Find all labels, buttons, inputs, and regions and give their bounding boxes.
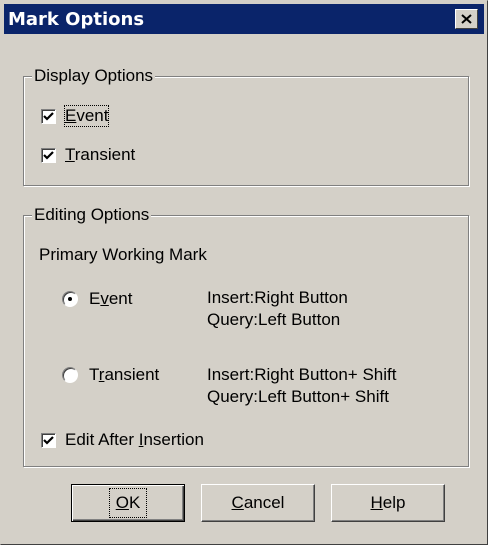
transient-radio[interactable] <box>62 367 78 383</box>
event-query-text: Query:Left Button <box>207 310 341 329</box>
edit-after-insertion-label: Edit After Insertion <box>65 430 204 449</box>
edit-after-insertion-row[interactable]: Edit After Insertion <box>41 430 204 450</box>
help-button[interactable]: Help <box>331 484 445 522</box>
editing-options-legend: Editing Options <box>32 205 152 225</box>
window-title: Mark Options <box>8 9 145 30</box>
cancel-button-label: Cancel <box>231 493 285 512</box>
display-options-legend: Display Options <box>32 66 156 86</box>
event-display-checkbox-row[interactable]: Event <box>41 105 110 127</box>
edit-after-insertion-checkbox[interactable] <box>41 432 56 448</box>
event-radio-label: Event <box>89 289 133 308</box>
editing-options-group: Editing Options Primary Working Mark Eve… <box>23 205 469 467</box>
display-options-group: Display Options Event Transient <box>23 66 469 186</box>
checkmark-icon <box>43 435 54 445</box>
checkmark-icon <box>43 150 54 160</box>
transient-radio-row[interactable]: Transient <box>62 365 159 385</box>
event-display-checkbox[interactable] <box>41 108 56 124</box>
event-radio[interactable] <box>62 291 78 307</box>
transient-display-label: Transient <box>65 145 136 164</box>
transient-display-checkbox-row[interactable]: Transient <box>41 145 135 165</box>
close-icon <box>461 14 472 24</box>
primary-working-mark-label: Primary Working Mark <box>39 245 207 264</box>
title-bar[interactable]: Mark Options <box>4 4 484 34</box>
event-radio-row[interactable]: Event <box>62 289 132 309</box>
ok-button-label: OK <box>108 488 148 518</box>
help-button-label: Help <box>370 493 406 512</box>
mark-options-dialog: Mark Options Display Options Event Trans… <box>0 0 488 545</box>
event-insert-text: Insert:Right Button <box>207 288 348 307</box>
close-button[interactable] <box>455 9 478 29</box>
radio-selected-dot <box>68 297 72 301</box>
checkmark-icon <box>43 111 54 121</box>
transient-insert-text: Insert:Right Button+ Shift <box>207 365 397 384</box>
ok-button[interactable]: OK <box>71 484 185 522</box>
transient-display-checkbox[interactable] <box>41 147 56 163</box>
transient-query-text: Query:Left Button+ Shift <box>207 387 389 406</box>
event-display-label: Event <box>63 105 110 127</box>
transient-radio-label: Transient <box>89 365 160 384</box>
cancel-button[interactable]: Cancel <box>201 484 315 522</box>
